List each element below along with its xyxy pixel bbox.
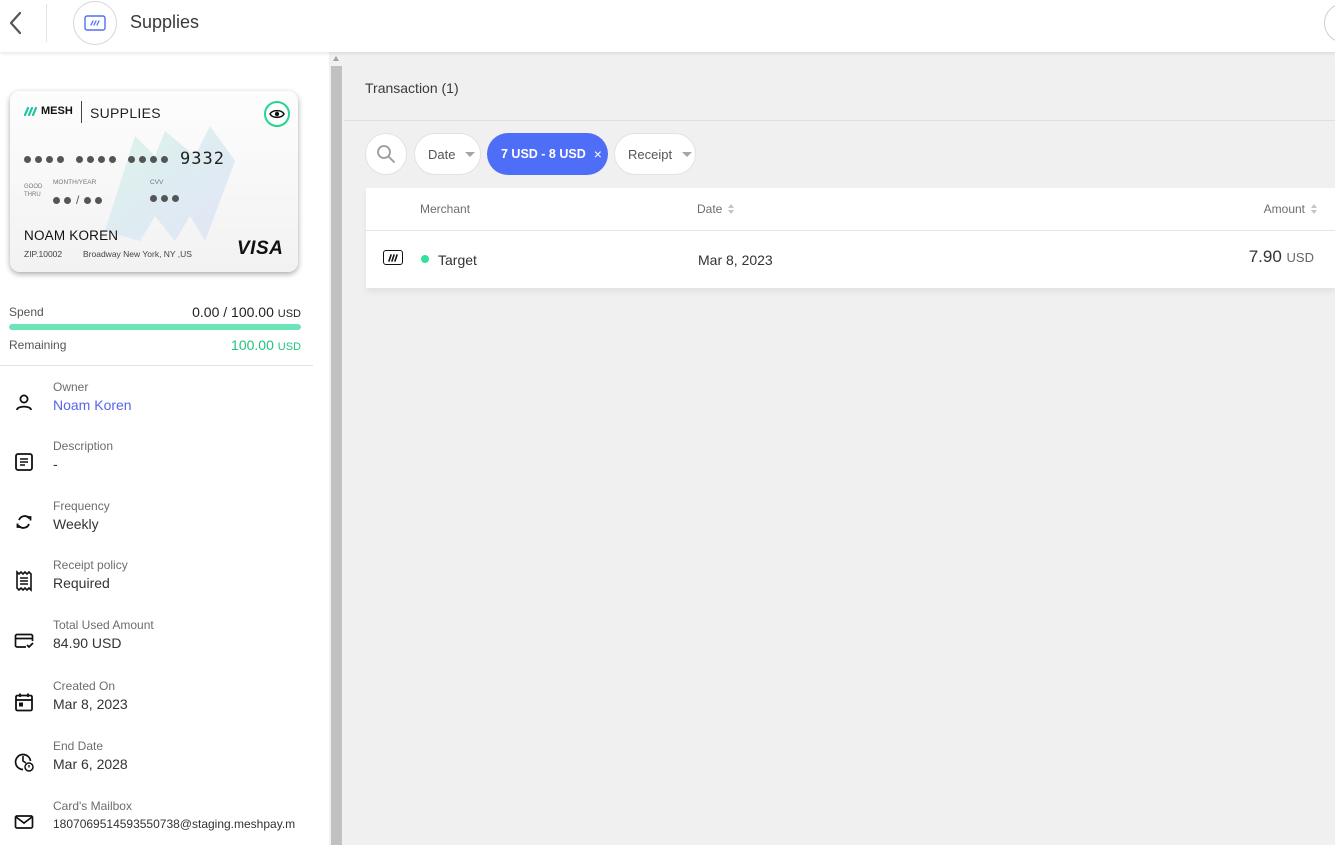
scrollbar-thumb[interactable]	[331, 66, 342, 845]
close-icon[interactable]: ×	[594, 146, 602, 162]
column-amount[interactable]: Amount	[1264, 202, 1317, 216]
detail-total-used: Total Used Amount 84.90 USD	[0, 618, 320, 662]
detail-label: Owner	[53, 380, 89, 394]
amount-filter-active[interactable]: 7 USD - 8 USD ×	[487, 133, 608, 175]
detail-label: Frequency	[53, 499, 110, 513]
owner-link[interactable]: Noam Koren	[53, 397, 306, 413]
cardholder-name: NOAM KOREN	[24, 228, 119, 243]
merchant-name: Target	[438, 252, 477, 268]
detail-end-date: End Date Mar 6, 2028	[0, 739, 320, 783]
detail-value: Mar 6, 2028	[53, 756, 128, 772]
detail-value: Required	[53, 575, 110, 591]
card-logo-divider	[81, 101, 82, 123]
receipt-filter[interactable]: Receipt	[614, 133, 696, 175]
detail-value: 84.90 USD	[53, 635, 122, 651]
transaction-amount: 7.90 USD	[1248, 247, 1314, 266]
mesh-logo: MESH	[24, 105, 73, 117]
chevron-down-icon	[682, 151, 693, 157]
card-name: SUPPLIES	[90, 105, 161, 121]
card-number: 9332	[24, 149, 225, 169]
visa-logo: VISA	[237, 238, 284, 259]
date-filter-label: Date	[428, 146, 456, 162]
section-divider	[0, 365, 313, 366]
receipt-icon	[16, 570, 32, 592]
card-zip: ZIP.10002	[24, 249, 63, 259]
detail-owner: Owner Noam Koren	[0, 380, 320, 424]
card-icon	[383, 250, 403, 265]
detail-label: End Date	[53, 739, 104, 753]
eye-icon	[269, 109, 285, 119]
chevron-down-icon	[465, 151, 476, 157]
transaction-date: Mar 8, 2023	[698, 252, 773, 268]
detail-frequency: Frequency Weekly	[0, 499, 320, 543]
header-action-button[interactable]	[1324, 3, 1335, 43]
detail-label: Card's Mailbox	[53, 799, 132, 813]
amount-filter-label: 7 USD - 8 USD	[501, 147, 586, 161]
card-details-panel: MESH SUPPLIES 9332 GOOD THRU MONTH/YEAR …	[0, 52, 329, 845]
detail-mailbox: Card's Mailbox 1807069514593550738@stagi…	[0, 799, 320, 843]
column-date[interactable]: Date	[697, 202, 735, 216]
month-year-label: MONTH/YEAR	[53, 179, 97, 186]
search-icon	[377, 145, 395, 163]
calendar-icon	[15, 693, 33, 712]
spend-progress-fill	[9, 324, 301, 330]
column-merchant: Merchant	[420, 202, 471, 216]
cvv-label: CVV	[150, 179, 164, 186]
card-brand: MESH	[41, 105, 73, 117]
good-thru-label: GOOD THRU	[24, 184, 43, 198]
virtual-card: MESH SUPPLIES 9332 GOOD THRU MONTH/YEAR …	[10, 91, 298, 272]
card-avatar-icon	[73, 1, 117, 45]
top-header: Supplies	[0, 0, 1335, 52]
spend-label: Spend	[9, 305, 44, 319]
masked-expiry: /	[53, 193, 103, 207]
sort-icon	[728, 204, 735, 214]
table-header: Merchant Date Amount	[366, 188, 1335, 231]
detail-label: Receipt policy	[53, 558, 128, 572]
detail-created-on: Created On Mar 8, 2023	[0, 679, 320, 723]
card-check-icon	[14, 633, 34, 649]
remaining-value: 100.00 USD	[231, 337, 301, 353]
table-row[interactable]: Target Mar 8, 2023 7.90 USD	[366, 231, 1335, 288]
mail-icon	[14, 815, 34, 829]
detail-value: -	[53, 456, 58, 472]
person-icon	[16, 394, 32, 411]
back-button[interactable]	[6, 10, 28, 36]
status-dot	[421, 255, 429, 263]
detail-label: Total Used Amount	[53, 618, 154, 632]
sort-icon	[1311, 204, 1317, 214]
spend-value: 0.00 / 100.00 USD	[192, 304, 301, 320]
date-filter[interactable]: Date	[414, 133, 481, 175]
detail-label: Created On	[53, 679, 116, 693]
scroll-up-arrow-icon[interactable]	[333, 56, 339, 61]
card-address: Broadway New York, NY ,US	[83, 249, 192, 259]
transactions-header: Transaction (1)	[344, 52, 1335, 121]
left-panel-scrollbar[interactable]	[329, 52, 344, 845]
clock-icon	[14, 753, 34, 772]
spend-progress-bar	[9, 324, 301, 330]
description-icon	[15, 453, 33, 471]
masked-cvv	[150, 195, 179, 202]
detail-label: Description	[53, 439, 114, 453]
page-title: Supplies	[130, 12, 200, 32]
remaining-label: Remaining	[9, 338, 67, 352]
show-card-details-button[interactable]	[264, 101, 290, 127]
detail-receipt-policy: Receipt policy Required	[0, 558, 320, 602]
detail-value: Weekly	[53, 516, 99, 532]
detail-description: Description -	[0, 439, 320, 483]
repeat-icon	[16, 515, 32, 529]
transactions-panel: Transaction (1) Date 7 USD - 8 USD × Rec…	[344, 52, 1335, 845]
mailbox-address[interactable]: 1807069514593550738@staging.meshpay.m	[53, 817, 306, 831]
search-button[interactable]	[365, 133, 407, 175]
card-last4: 9332	[180, 149, 225, 169]
receipt-filter-label: Receipt	[628, 146, 673, 162]
header-divider	[46, 4, 47, 42]
transactions-table: Merchant Date Amount Target Mar 8, 2023 …	[366, 188, 1335, 288]
transactions-title: Transaction (1)	[365, 80, 459, 96]
detail-value: Mar 8, 2023	[53, 696, 128, 712]
